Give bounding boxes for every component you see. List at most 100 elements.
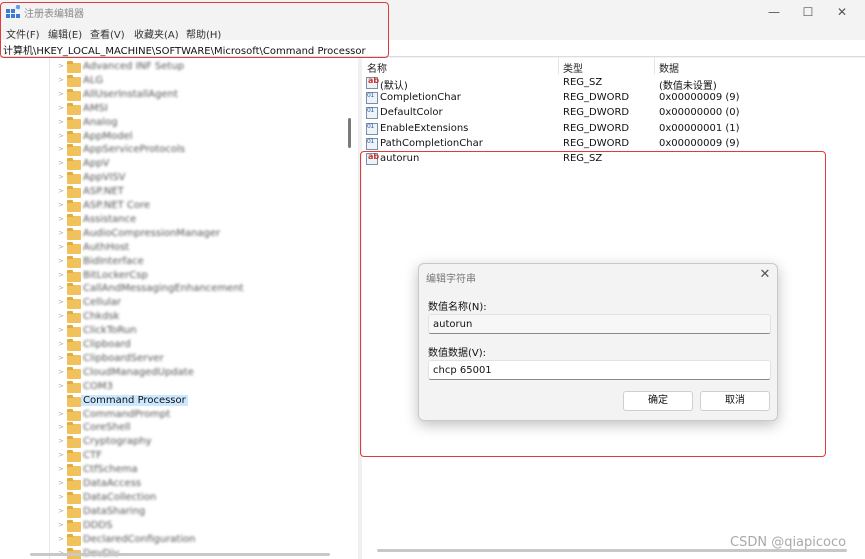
chevron-right-icon[interactable]: > [58, 312, 64, 320]
table-row[interactable]: EnableExtensions REG_DWORD 0x00000001 (1) [362, 122, 862, 137]
chevron-right-icon[interactable]: > [58, 243, 64, 251]
chevron-right-icon[interactable]: > [58, 104, 64, 112]
edit-string-dialog: 编辑字符串 ✕ 数值名称(N): 数值数据(V): 确定 取消 [418, 263, 778, 421]
chevron-right-icon[interactable]: > [58, 62, 64, 70]
close-icon[interactable]: ✕ [755, 267, 775, 283]
cancel-button[interactable]: 取消 [700, 391, 770, 411]
chevron-right-icon[interactable]: > [58, 354, 64, 362]
menu-edit[interactable]: 编辑(E) [48, 26, 82, 41]
chevron-right-icon[interactable]: > [58, 507, 64, 515]
table-row[interactable]: (默认) REG_SZ (数值未设置) [362, 76, 862, 92]
table-row[interactable]: DefaultColor REG_DWORD 0x00000000 (0) [362, 106, 862, 121]
chevron-right-icon[interactable]: > [58, 298, 64, 306]
close-window-button[interactable]: ✕ [822, 0, 862, 24]
chevron-right-icon[interactable]: > [58, 201, 64, 209]
column-divider[interactable] [558, 58, 559, 74]
value-type: REG_SZ [563, 77, 603, 88]
column-divider[interactable] [654, 58, 655, 74]
folder-icon [67, 533, 81, 546]
chevron-right-icon[interactable]: > [58, 284, 64, 292]
chevron-right-icon[interactable]: > [58, 535, 64, 543]
folder-icon [67, 352, 81, 365]
chevron-right-icon[interactable]: > [58, 423, 64, 431]
tree-item-label: AudioCompressionManager [83, 227, 221, 239]
folder-icon [67, 227, 81, 240]
chevron-right-icon[interactable]: > [58, 145, 64, 153]
folder-icon [67, 478, 81, 490]
tree-item-label: Advanced INF Setup [83, 61, 185, 72]
chevron-right-icon[interactable]: > [58, 229, 64, 237]
watermark: CSDN @qiapicoco [730, 535, 847, 550]
chevron-right-icon[interactable]: > [58, 465, 64, 473]
tree-item-label: ASP.NET Core [83, 200, 151, 211]
value-name: autorun [380, 153, 420, 164]
value-type: REG_DWORD [563, 92, 630, 104]
table-row[interactable]: autorun REG_SZ [362, 152, 862, 167]
tree-scrollbar[interactable] [348, 118, 351, 148]
tree-item-label: AllUserInstallAgent [83, 88, 178, 100]
chevron-right-icon[interactable]: > [58, 187, 64, 195]
folder-icon [67, 116, 81, 129]
tree-item-label: CTF [83, 450, 102, 462]
chevron-right-icon[interactable]: > [58, 76, 64, 84]
tree-item-label: ASP.NET [83, 186, 124, 198]
chevron-right-icon[interactable]: > [58, 271, 64, 279]
chevron-right-icon[interactable]: > [58, 493, 64, 501]
title-bar: 注册表编辑器 — ☐ ✕ [0, 0, 865, 24]
folder-icon [67, 436, 81, 449]
chevron-right-icon[interactable]: > [58, 368, 64, 376]
registry-editor-icon [6, 5, 20, 18]
tree-item-label: ALG [83, 74, 104, 86]
chevron-right-icon[interactable]: > [58, 382, 64, 390]
ok-button[interactable]: 确定 [623, 391, 693, 411]
chevron-right-icon[interactable]: > [58, 479, 64, 487]
column-header-type[interactable]: 类型 [563, 60, 583, 75]
tree-item-label: AMSI [83, 102, 108, 114]
value-name: (默认) [380, 81, 408, 92]
folder-icon [67, 88, 81, 101]
registry-tree[interactable]: > Advanced INF Setup > ALG > AllUserInstallAg… [0, 58, 358, 559]
tree-guide-line [49, 58, 50, 559]
tree-item-label: Cryptography [83, 436, 152, 448]
chevron-right-icon[interactable]: > [58, 159, 64, 167]
tree-horizontal-scrollbar[interactable] [30, 553, 330, 556]
folder-icon [67, 464, 81, 477]
address-path[interactable]: 计算机\HKEY_LOCAL_MACHINE\SOFTWARE\Microsof… [3, 42, 366, 57]
chevron-right-icon[interactable]: > [58, 410, 64, 418]
table-row[interactable]: PathCompletionChar REG_DWORD 0x00000009 (9… [362, 137, 862, 152]
chevron-right-icon[interactable]: > [58, 326, 64, 334]
column-header-name[interactable]: 名称 [367, 60, 387, 75]
tree-item-label: AuthHost [83, 241, 130, 253]
value-data-field[interactable] [428, 360, 771, 380]
value-name: PathCompletionChar [380, 137, 483, 149]
address-bar[interactable]: 计算机\HKEY_LOCAL_MACHINE\SOFTWARE\Microsof… [0, 40, 865, 57]
folder-icon [67, 241, 81, 254]
tree-item-label: CallAndMessagingEnhancement [83, 283, 244, 295]
menu-help[interactable]: 帮助(H) [186, 26, 221, 41]
chevron-right-icon[interactable]: > [58, 521, 64, 529]
chevron-right-icon[interactable]: > [58, 132, 64, 140]
folder-icon [67, 408, 81, 421]
column-header-data[interactable]: 数据 [659, 60, 679, 75]
table-row[interactable]: CompletionChar REG_DWORD 0x00000009 (9) [362, 91, 862, 106]
chevron-right-icon[interactable]: > [58, 340, 64, 348]
chevron-right-icon[interactable]: > [58, 257, 64, 265]
chevron-right-icon[interactable]: > [58, 173, 64, 181]
chevron-right-icon[interactable]: > [58, 90, 64, 98]
value-name-field[interactable] [428, 314, 771, 334]
tree-item-label: DeclaredConfiguration [83, 533, 196, 545]
folder-icon [67, 366, 81, 379]
tree-item-label: DataSharing [83, 505, 146, 517]
chevron-right-icon[interactable]: > [58, 451, 64, 459]
folder-icon [67, 311, 81, 324]
menu-file[interactable]: 文件(F) [6, 26, 40, 41]
folder-icon [67, 144, 81, 157]
chevron-right-icon[interactable]: > [58, 437, 64, 445]
folder-icon [67, 213, 81, 226]
folder-icon [67, 380, 81, 393]
chevron-right-icon[interactable]: > [58, 215, 64, 223]
chevron-right-icon[interactable]: > [58, 118, 64, 126]
menu-favorites[interactable]: 收藏夹(A) [134, 26, 179, 41]
menu-view[interactable]: 查看(V) [90, 26, 125, 41]
value-name: CompletionChar [380, 92, 461, 104]
